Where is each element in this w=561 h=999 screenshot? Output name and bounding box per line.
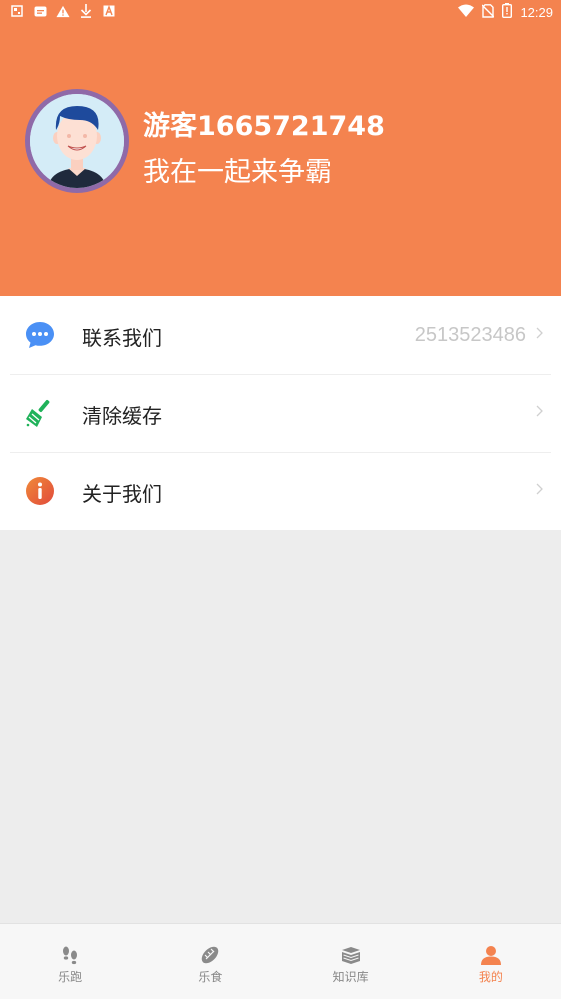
tab-run[interactable]: 乐跑 [0,924,140,999]
footprints-icon [59,944,81,966]
profile-header: 12:29 游客1665721748 我在一起来争霸 [0,0,561,296]
status-bar: 12:29 [0,0,561,24]
wifi-icon [458,4,475,20]
app-icon [102,3,116,19]
avatar[interactable] [25,89,129,193]
tab-knowledge[interactable]: 知识库 [281,924,421,999]
menu-item-label: 关于我们 [82,482,162,506]
info-icon [24,475,56,507]
menu-item-contact-us[interactable]: 联系我们 2513523486 [0,296,561,374]
status-time: 12:29 [520,4,553,20]
menu-item-label: 联系我们 [82,326,162,350]
avatar-icon [30,94,124,188]
sim-icon [10,3,24,19]
broom-icon [24,397,56,429]
food-icon [199,944,221,966]
books-icon [340,944,362,966]
username: 游客1665721748 [143,111,385,142]
download-icon [79,3,93,19]
contact-number: 2513523486 [414,324,526,346]
tab-label: 乐跑 [58,970,83,984]
chevron-right-icon [535,481,544,495]
status-left-icons [10,3,116,19]
tab-label: 知识库 [332,970,369,984]
menu-item-label: 清除缓存 [82,404,162,428]
message-icon [33,3,47,19]
tab-food[interactable]: 乐食 [140,924,280,999]
status-right: 12:29 [458,3,553,21]
warning-icon [56,3,70,19]
person-icon [480,944,502,966]
chevron-right-icon [535,403,544,417]
chat-icon [24,319,56,351]
tab-mine[interactable]: 我的 [421,924,561,999]
chevron-right-icon [535,325,544,339]
bottom-tab-bar: 乐跑 乐食 知识库 我的 [0,923,561,999]
settings-menu: 联系我们 2513523486 清除缓存 关于我们 [0,296,561,530]
tab-label: 我的 [478,970,503,984]
menu-item-about-us[interactable]: 关于我们 [0,452,561,530]
menu-item-clear-cache[interactable]: 清除缓存 [0,374,561,452]
profile-slogan: 我在一起来争霸 [143,157,332,188]
no-sim-icon [481,3,495,21]
battery-icon [502,3,513,21]
tab-label: 乐食 [198,970,223,984]
